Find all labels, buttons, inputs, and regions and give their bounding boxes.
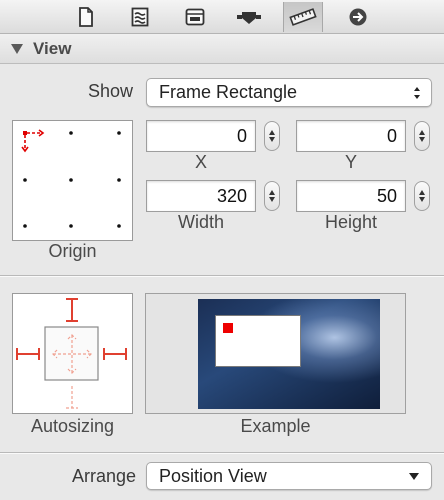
section-title: View <box>33 38 72 58</box>
arrange-popup[interactable]: Position View <box>146 462 432 490</box>
height-label: Height <box>324 212 378 232</box>
show-popup[interactable]: Frame Rectangle <box>146 78 432 107</box>
x-stepper[interactable] <box>264 121 280 151</box>
y-label: Y <box>344 152 357 172</box>
section-divider <box>0 452 444 454</box>
arrange-popup-value: Position View <box>159 465 267 486</box>
show-label: Show <box>88 81 134 101</box>
section-divider <box>0 275 444 277</box>
quick-help-icon <box>131 7 149 27</box>
view-section-header[interactable]: View <box>0 34 444 64</box>
connections-inspector-icon <box>349 8 367 26</box>
file-inspector-icon <box>79 7 93 27</box>
width-stepper[interactable] <box>264 181 280 211</box>
height-field[interactable]: 50 <box>296 180 406 212</box>
attributes-inspector-icon <box>237 12 261 24</box>
quick-help-button[interactable] <box>120 2 160 32</box>
autosizing-label: Autosizing <box>30 416 115 436</box>
autosizing-struts-icon <box>16 298 127 409</box>
arrange-label: Arrange <box>72 466 137 486</box>
height-stepper[interactable] <box>414 181 430 211</box>
connections-inspector-button[interactable] <box>338 2 378 32</box>
identity-inspector-button[interactable] <box>175 2 215 32</box>
x-label: X <box>194 152 207 172</box>
y-stepper[interactable] <box>414 121 430 151</box>
autosizing-control[interactable] <box>12 293 133 414</box>
y-field[interactable]: 0 <box>296 120 406 152</box>
size-inspector-button[interactable] <box>283 2 323 32</box>
origin-label: Origin <box>48 241 97 261</box>
show-popup-value: Frame Rectangle <box>159 82 298 102</box>
size-inspector-icon <box>289 8 317 26</box>
inspector-toolbar <box>0 0 444 34</box>
chevron-down-icon <box>409 473 419 480</box>
width-field[interactable]: 320 <box>146 180 256 212</box>
up-down-arrows-icon <box>414 87 420 99</box>
example-red-marker <box>223 323 233 333</box>
origin-selected-top-left-icon <box>21 129 45 153</box>
origin-points <box>21 129 121 228</box>
example-label: Example <box>240 416 311 436</box>
identity-inspector-icon <box>185 8 205 26</box>
width-label: Width <box>177 212 224 232</box>
attributes-inspector-button[interactable] <box>229 2 269 32</box>
origin-grid[interactable] <box>12 120 133 241</box>
file-inspector-button[interactable] <box>66 2 106 32</box>
x-field[interactable]: 0 <box>146 120 256 152</box>
disclosure-triangle-icon[interactable] <box>11 43 23 54</box>
